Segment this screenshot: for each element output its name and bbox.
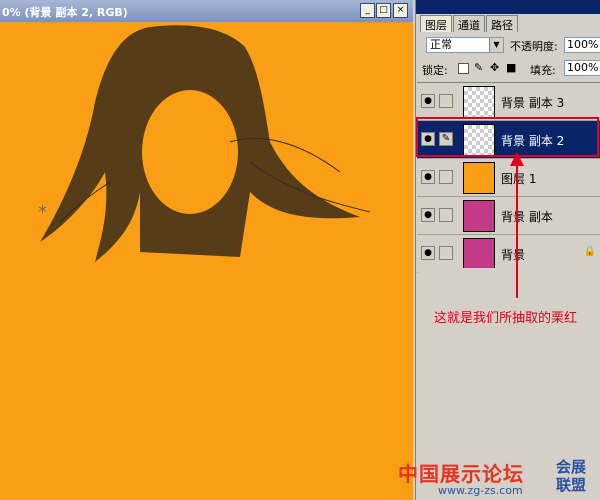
fill-label: 填充:	[530, 64, 556, 77]
layer-thumbnail	[463, 238, 495, 270]
image-canvas[interactable]: *	[0, 22, 413, 500]
opacity-field[interactable]: 100%	[564, 37, 600, 53]
watermark-side: 会展联盟	[556, 458, 587, 494]
link-slot[interactable]	[439, 170, 453, 184]
lock-icon: 🔒	[583, 246, 596, 257]
annotation-arrow	[510, 152, 524, 298]
document-window: 0% (背景 副本 2, RGB) _ □ × *	[0, 0, 415, 500]
layer-thumbnail	[463, 86, 495, 118]
document-title: 0% (背景 副本 2, RGB)	[2, 6, 128, 19]
eye-icon[interactable]: ●	[421, 170, 435, 184]
svg-text:*: *	[38, 202, 47, 223]
eye-icon[interactable]: ●	[421, 94, 435, 108]
chevron-down-icon[interactable]: ▼	[489, 38, 503, 52]
lock-transparency-icon[interactable]	[458, 63, 469, 74]
lock-row: 锁定: ✎ ✥ ■ 填充: 100%	[420, 60, 600, 78]
layer-thumbnail	[463, 200, 495, 232]
tab-layers[interactable]: 图层	[420, 15, 452, 32]
palette-title-bar[interactable]	[416, 0, 600, 14]
lock-all-icon[interactable]: ■	[506, 61, 516, 74]
link-slot[interactable]	[439, 94, 453, 108]
layer-name[interactable]: 背景 副本 3	[501, 94, 564, 111]
tab-channels[interactable]: 通道	[453, 15, 485, 32]
lock-paint-icon[interactable]: ✎	[474, 61, 483, 74]
lock-move-icon[interactable]: ✥	[490, 61, 499, 74]
lock-label: 锁定:	[422, 64, 448, 77]
document-title-bar[interactable]: 0% (背景 副本 2, RGB) _ □ ×	[0, 0, 415, 22]
palette-tabs: 图层 通道 路径	[420, 15, 519, 32]
opacity-label: 不透明度:	[510, 40, 558, 53]
watermark-url: www.zg-zs.com	[438, 484, 523, 497]
extracted-hair-image: *	[38, 25, 371, 263]
blend-mode-value: 正常	[430, 38, 452, 51]
eye-icon[interactable]: ●	[421, 208, 435, 222]
watermark: 中国展示论坛 www.zg-zs.com 会展联盟	[398, 456, 600, 500]
fill-field[interactable]: 100%	[564, 60, 600, 76]
minimize-button[interactable]: _	[360, 3, 375, 18]
eye-icon[interactable]: ●	[421, 246, 435, 260]
tab-paths[interactable]: 路径	[486, 15, 518, 32]
watermark-title: 中国展示论坛	[398, 462, 524, 486]
blend-row: 正常 ▼ 不透明度: 100%	[420, 37, 600, 55]
link-slot[interactable]	[439, 208, 453, 222]
close-button[interactable]: ×	[393, 3, 408, 18]
maximize-button[interactable]: □	[376, 3, 391, 18]
layer-thumbnail	[463, 162, 495, 194]
layer-row[interactable]: ● 背景 副本 3	[417, 83, 600, 121]
blend-mode-select[interactable]: 正常 ▼	[426, 37, 504, 53]
link-slot[interactable]	[439, 246, 453, 260]
annotation-text: 这就是我们所抽取的栗红	[434, 311, 578, 326]
